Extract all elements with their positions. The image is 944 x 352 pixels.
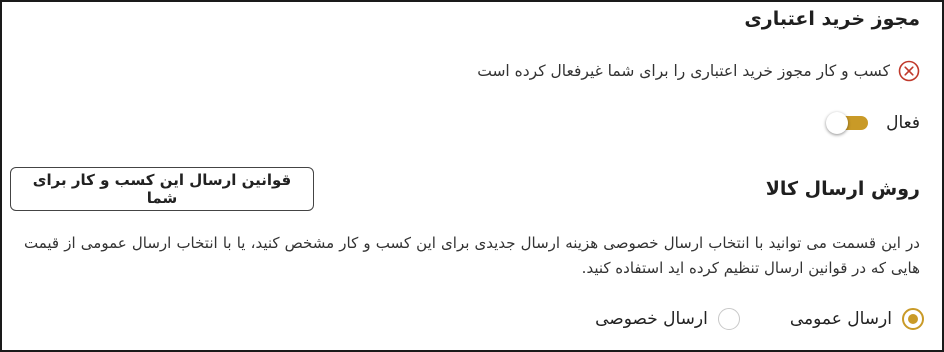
shipping-method-title: روش ارسال کالا: [765, 178, 920, 200]
radio-label-public-shipping: ارسال عمومی: [789, 309, 892, 329]
credit-toggle-row: فعال: [826, 112, 920, 134]
toggle-knob: [826, 112, 849, 134]
shipping-rules-button[interactable]: قوانین ارسال این کسب و کار برای شما: [10, 167, 314, 211]
radio-label-private-shipping: ارسال خصوصی: [595, 309, 708, 329]
credit-disabled-message: کسب و کار مجوز خرید اعتباری را برای شما …: [477, 62, 890, 80]
credit-disabled-notice: کسب و کار مجوز خرید اعتباری را برای شما …: [477, 60, 920, 82]
circle-x-icon: [898, 60, 920, 82]
toggle-label: فعال: [886, 113, 920, 133]
credit-section-title: مجوز خرید اعتباری: [744, 8, 920, 30]
radio-option-public-shipping[interactable]: ارسال عمومی: [790, 308, 924, 330]
shipping-description: در این قسمت می توانید با انتخاب ارسال خص…: [24, 234, 920, 277]
shipping-type-radio-group: ارسال عمومی ارسال خصوصی: [595, 308, 924, 330]
radio-option-private-shipping[interactable]: ارسال خصوصی: [595, 308, 740, 330]
radio-private-shipping[interactable]: [717, 308, 740, 330]
shipping-settings-panel: مجوز خرید اعتباری کسب و کار مجوز خرید اع…: [0, 0, 944, 352]
credit-active-toggle[interactable]: [826, 112, 870, 134]
radio-public-shipping[interactable]: [902, 308, 924, 330]
